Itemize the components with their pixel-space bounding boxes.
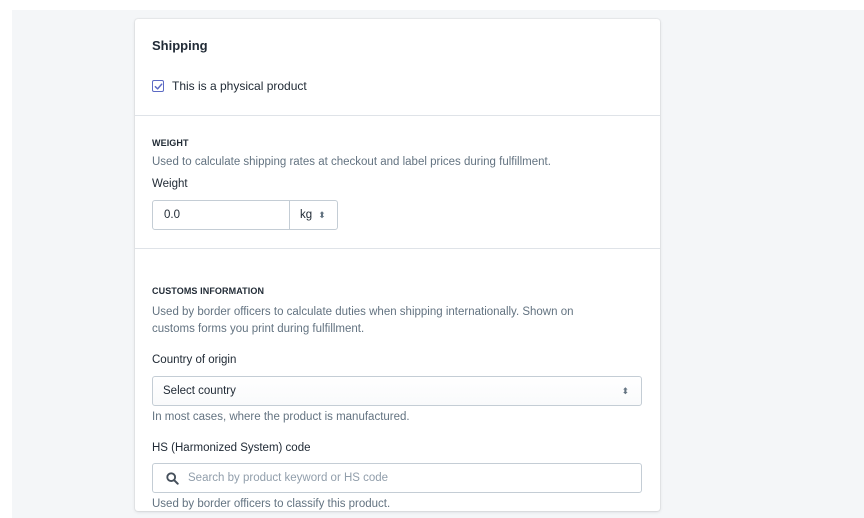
weight-heading: WEIGHT (152, 138, 189, 148)
physical-product-row[interactable]: This is a physical product (152, 78, 307, 94)
weight-input[interactable]: 0.0 (153, 201, 290, 229)
customs-description-line2: customs forms you print during fulfillme… (152, 323, 365, 335)
hs-code-placeholder: Search by product keyword or HS code (188, 472, 389, 484)
card-title: Shipping (152, 38, 208, 53)
customs-description-line1: Used by border officers to calculate dut… (152, 306, 574, 318)
shipping-card: Shipping This is a physical product WEIG… (135, 19, 660, 511)
weight-description: Used to calculate shipping rates at chec… (152, 156, 551, 168)
hs-code-label: HS (Harmonized System) code (152, 442, 311, 454)
hs-code-search-input[interactable]: Search by product keyword or HS code (152, 463, 642, 493)
select-arrows-icon: ⬍ (318, 209, 326, 220)
country-help-text: In most cases, where the product is manu… (152, 411, 410, 423)
check-icon (154, 82, 162, 90)
hs-code-help-text: Used by border officers to classify this… (152, 498, 391, 510)
shipping-section: Shipping This is a physical product (135, 19, 660, 116)
weight-unit-select[interactable]: kg ⬍ (290, 201, 337, 229)
country-select-value: Select country (163, 385, 236, 397)
customs-heading: CUSTOMS INFORMATION (152, 286, 265, 296)
weight-input-group: 0.0 kg ⬍ (152, 200, 338, 230)
customs-section: CUSTOMS INFORMATION Used by border offic… (135, 249, 660, 511)
weight-unit-value: kg (300, 209, 313, 221)
weight-label: Weight (152, 178, 188, 190)
physical-product-checkbox[interactable] (152, 80, 164, 92)
weight-section: WEIGHT Used to calculate shipping rates … (135, 116, 660, 249)
country-of-origin-select[interactable]: Select country ⬍ (152, 376, 642, 406)
select-arrows-icon: ⬍ (621, 385, 629, 396)
physical-product-label[interactable]: This is a physical product (172, 79, 307, 93)
country-of-origin-label: Country of origin (152, 354, 237, 366)
search-icon (166, 471, 179, 485)
